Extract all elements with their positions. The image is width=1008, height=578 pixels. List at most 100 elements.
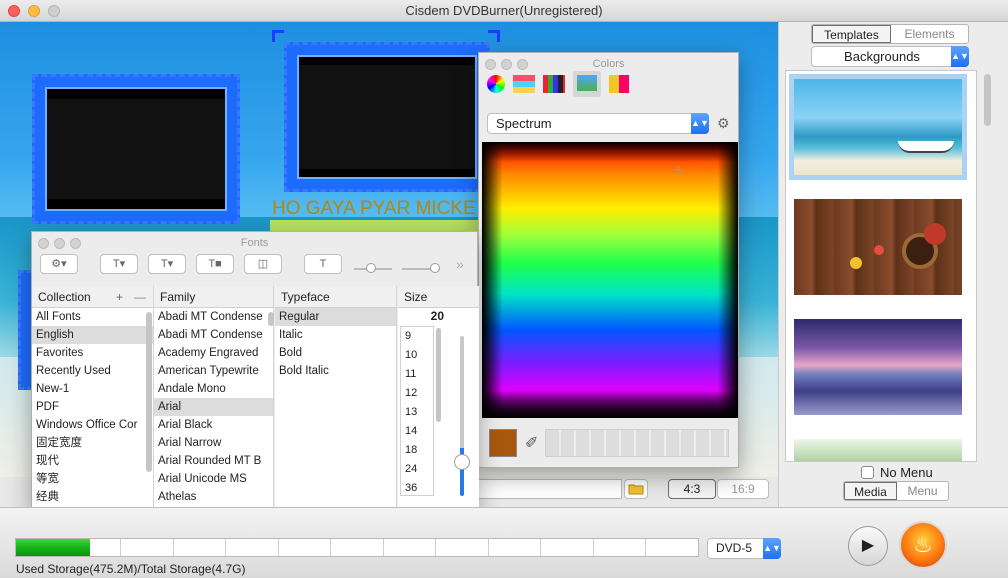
tab-menu[interactable]: Menu <box>897 482 948 500</box>
strikethrough-button[interactable]: T▾ <box>148 254 186 274</box>
collection-item[interactable]: Recently Used <box>32 362 153 380</box>
family-item[interactable]: Abadi MT Condense <box>154 326 273 344</box>
fonts-zoom-button[interactable] <box>70 238 81 249</box>
family-item[interactable]: Arial Unicode MS <box>154 470 273 488</box>
size-list-scrollbar[interactable] <box>436 328 441 422</box>
sliders-icon[interactable] <box>513 75 535 93</box>
current-color-well[interactable] <box>489 429 517 457</box>
tab-media[interactable]: Media <box>844 482 897 500</box>
background-thumbnail-beach[interactable] <box>789 74 967 180</box>
text-shadow-button[interactable]: T <box>304 254 342 274</box>
family-item[interactable]: Abadi MT Condense <box>154 308 273 326</box>
video-thumbnail-frame-1[interactable] <box>32 74 240 224</box>
size-item[interactable]: 13 <box>401 403 433 422</box>
colors-zoom-button[interactable] <box>517 59 528 70</box>
family-item[interactable]: Andale Mono <box>154 380 273 398</box>
fonts-close-button[interactable] <box>38 238 49 249</box>
text-color-button[interactable]: T■ <box>196 254 234 274</box>
size-item[interactable]: 9 <box>401 327 433 346</box>
more-options-icon[interactable]: » <box>456 256 464 272</box>
family-item[interactable]: American Typewrite <box>154 362 273 380</box>
underline-button[interactable]: T▾ <box>100 254 138 274</box>
size-item[interactable]: 36 <box>401 479 433 498</box>
browse-folder-button[interactable] <box>624 479 648 499</box>
size-item[interactable]: 10 <box>401 346 433 365</box>
background-thumbnail-nature[interactable] <box>794 439 962 461</box>
typeface-item[interactable]: Bold <box>275 344 396 362</box>
collection-item[interactable]: All Fonts <box>32 308 153 326</box>
collection-item[interactable]: Windows Office Cor <box>32 416 153 434</box>
size-item[interactable]: 12 <box>401 384 433 403</box>
background-thumbnail-wood[interactable] <box>794 199 962 295</box>
image-palettes-icon[interactable] <box>573 71 601 97</box>
document-color-button[interactable]: ◫ <box>244 254 282 274</box>
remove-collection-button[interactable]: — <box>134 286 146 308</box>
color-wheel-icon[interactable] <box>487 75 505 93</box>
collection-item[interactable]: 等宽 <box>32 470 153 488</box>
color-mode-select[interactable]: Spectrum ▲▼ <box>487 113 709 134</box>
typeface-item[interactable]: Regular <box>275 308 396 326</box>
close-window-button[interactable] <box>8 5 20 17</box>
colors-minimize-button[interactable] <box>501 59 512 70</box>
collection-item[interactable]: PDF <box>32 398 153 416</box>
tab-elements[interactable]: Elements <box>891 25 968 43</box>
aspect-4-3-button[interactable]: 4:3 <box>668 479 716 499</box>
shadow-blur-slider[interactable] <box>402 254 440 274</box>
family-item[interactable]: Arial Black <box>154 416 273 434</box>
eyedropper-icon[interactable]: ✐ <box>525 433 538 453</box>
fonts-action-button[interactable]: ⚙▾ <box>40 254 78 274</box>
spectrum-picker[interactable] <box>482 142 738 418</box>
typeface-item[interactable]: Italic <box>275 326 396 344</box>
video-thumbnail-frame-2[interactable] <box>284 42 490 192</box>
size-item[interactable]: 24 <box>401 460 433 479</box>
gear-icon[interactable]: ⚙ <box>717 115 730 132</box>
family-item[interactable]: Athelas <box>154 488 273 506</box>
no-menu-option[interactable]: No Menu <box>861 464 933 480</box>
collection-item[interactable]: English <box>32 326 153 344</box>
menu-path-field[interactable] <box>476 479 622 499</box>
family-item[interactable]: Arial Narrow <box>154 434 273 452</box>
size-field[interactable]: 20 <box>400 309 446 325</box>
storage-used-fill <box>16 539 90 556</box>
collection-item[interactable]: 现代 <box>32 452 153 470</box>
shadow-opacity-slider[interactable] <box>354 254 392 274</box>
size-item[interactable]: 14 <box>401 422 433 441</box>
typeface-item[interactable]: Bold Italic <box>275 362 396 380</box>
color-swatches-area[interactable] <box>545 429 729 457</box>
minimize-window-button[interactable] <box>28 5 40 17</box>
burn-button[interactable]: ♨ <box>899 521 947 569</box>
collection-header: Collection + — <box>32 286 153 308</box>
colors-close-button[interactable] <box>485 59 496 70</box>
background-thumbnail-list[interactable] <box>785 70 977 462</box>
family-scrollbar[interactable] <box>268 312 274 326</box>
thumbnail-list-scrollbar[interactable] <box>984 74 991 126</box>
no-menu-checkbox[interactable] <box>861 465 874 479</box>
palettes-icon[interactable] <box>543 75 565 93</box>
aspect-16-9-button[interactable]: 16:9 <box>717 479 769 499</box>
crayons-icon[interactable] <box>609 75 629 93</box>
disc-type-select[interactable]: DVD-5 ▲▼ <box>707 538 781 559</box>
family-item[interactable]: Arial <box>154 398 273 416</box>
size-slider[interactable] <box>460 336 464 496</box>
preview-play-button[interactable]: ▶ <box>848 526 888 566</box>
size-item[interactable]: 18 <box>401 441 433 460</box>
collection-item[interactable]: 经典 <box>32 488 153 506</box>
size-slider-knob[interactable] <box>454 454 470 470</box>
size-item[interactable]: 11 <box>401 365 433 384</box>
collection-item[interactable]: New-1 <box>32 380 153 398</box>
selection-handle-top-left[interactable] <box>272 30 284 42</box>
zoom-window-button[interactable] <box>48 5 60 17</box>
title-bar: Cisdem DVDBurner(Unregistered) <box>0 0 1008 22</box>
selection-handle-top-right[interactable] <box>488 30 500 42</box>
menu-title-text[interactable]: HO GAYA PYAR MICKE <box>272 198 476 220</box>
tab-templates[interactable]: Templates <box>812 25 891 43</box>
background-thumbnail-sunset[interactable] <box>794 319 962 415</box>
family-item[interactable]: Academy Engraved <box>154 344 273 362</box>
add-collection-button[interactable]: + <box>116 286 123 308</box>
collection-item[interactable]: Favorites <box>32 344 153 362</box>
collection-item[interactable]: 固定宽度 <box>32 434 153 452</box>
category-select[interactable]: Backgrounds ▲▼ <box>811 46 969 67</box>
family-item[interactable]: Arial Rounded MT B <box>154 452 273 470</box>
fonts-minimize-button[interactable] <box>54 238 65 249</box>
collection-scrollbar[interactable] <box>146 312 152 472</box>
